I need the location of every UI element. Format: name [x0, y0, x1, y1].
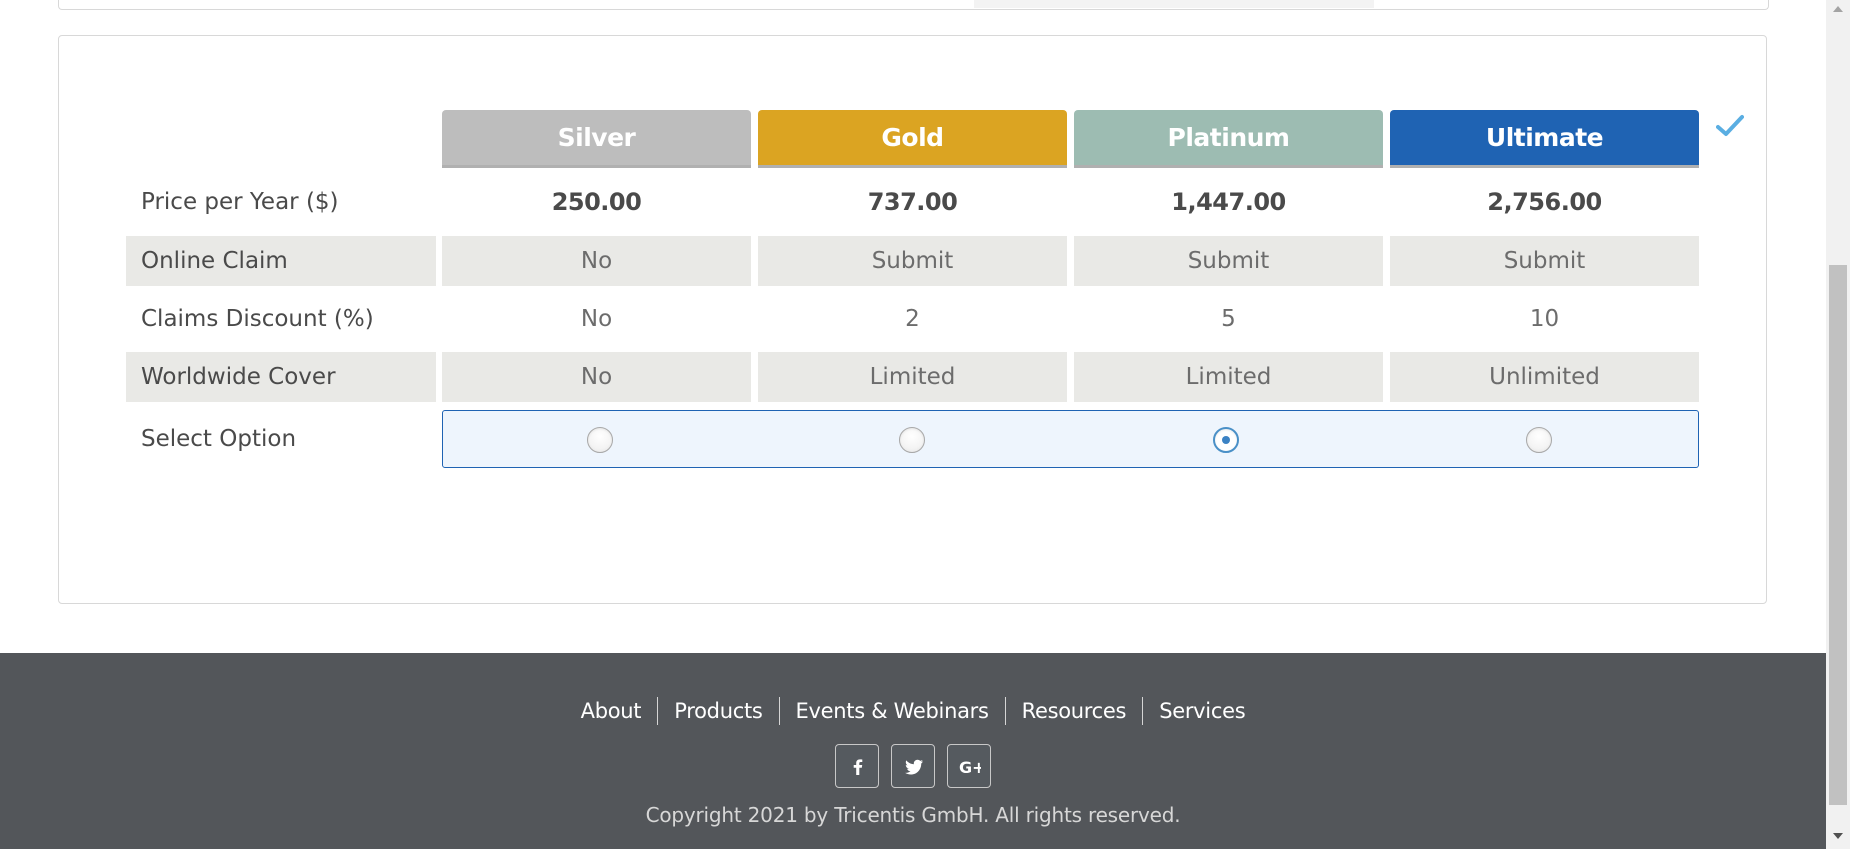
price-platinum: 1,447.00 — [1171, 188, 1286, 216]
scroll-thumb[interactable] — [1829, 265, 1847, 805]
footer-link-about[interactable]: About — [565, 697, 659, 725]
twitter-icon — [905, 759, 923, 775]
price-gold: 737.00 — [867, 188, 958, 216]
check-icon — [1716, 115, 1744, 136]
plan-header-silver: Silver — [442, 110, 751, 168]
online-claim-platinum: Submit — [1074, 236, 1383, 286]
price-silver: 250.00 — [551, 188, 642, 216]
svg-text:G+: G+ — [959, 758, 981, 777]
footer-link-products[interactable]: Products — [658, 697, 780, 725]
footer-link-events-webinars[interactable]: Events & Webinars — [780, 697, 1006, 725]
select-option-group — [442, 410, 1699, 468]
facebook-icon — [853, 759, 863, 775]
footer-link-resources[interactable]: Resources — [1006, 697, 1144, 725]
online-claim-gold: Submit — [758, 236, 1067, 286]
claims-discount-platinum: 5 — [1221, 306, 1236, 332]
worldwide-cover-silver: No — [442, 352, 751, 402]
plan-header-platinum: Platinum — [1074, 110, 1383, 168]
social-links: G+ — [0, 744, 1826, 788]
row-label-online-claim: Online Claim — [126, 236, 436, 286]
claims-discount-gold: 2 — [905, 306, 920, 332]
online-claim-silver: No — [442, 236, 751, 286]
twitter-button[interactable] — [891, 744, 935, 788]
worldwide-cover-platinum: Limited — [1074, 352, 1383, 402]
google-plus-button[interactable]: G+ — [947, 744, 991, 788]
previous-panel — [58, 0, 1769, 10]
row-label-worldwide-cover: Worldwide Cover — [126, 352, 436, 402]
claims-discount-ultimate: 10 — [1529, 306, 1560, 332]
copyright: Copyright 2021 by Tricentis GmbH. All ri… — [645, 803, 1181, 827]
facebook-button[interactable] — [835, 744, 879, 788]
google-plus-icon: G+ — [959, 758, 981, 777]
footer-nav: About Products Events & Webinars Resources S… — [0, 697, 1826, 725]
row-label-select-option: Select Option — [141, 426, 297, 452]
claims-discount-silver: No — [580, 306, 613, 332]
row-label-claims-discount: Claims Discount (%) — [141, 306, 374, 332]
plan-header-gold: Gold — [758, 110, 1067, 168]
plan-header-ultimate: Ultimate — [1390, 110, 1699, 168]
page-scrollbar[interactable] — [1826, 0, 1850, 849]
radio-ultimate[interactable] — [1526, 427, 1552, 453]
footer-link-services[interactable]: Services — [1143, 697, 1261, 725]
worldwide-cover-gold: Limited — [758, 352, 1067, 402]
radio-gold[interactable] — [899, 427, 925, 453]
scroll-down-arrow-icon[interactable] — [1833, 833, 1843, 839]
online-claim-ultimate: Submit — [1390, 236, 1699, 286]
row-label-price: Price per Year ($) — [141, 189, 339, 215]
price-ultimate: 2,756.00 — [1487, 188, 1602, 216]
scroll-up-arrow-icon[interactable] — [1833, 6, 1843, 12]
radio-platinum[interactable] — [1213, 427, 1239, 453]
worldwide-cover-ultimate: Unlimited — [1390, 352, 1699, 402]
radio-silver[interactable] — [587, 427, 613, 453]
previous-panel-shade — [974, 0, 1374, 8]
footer: About Products Events & Webinars Resources S… — [0, 653, 1826, 849]
